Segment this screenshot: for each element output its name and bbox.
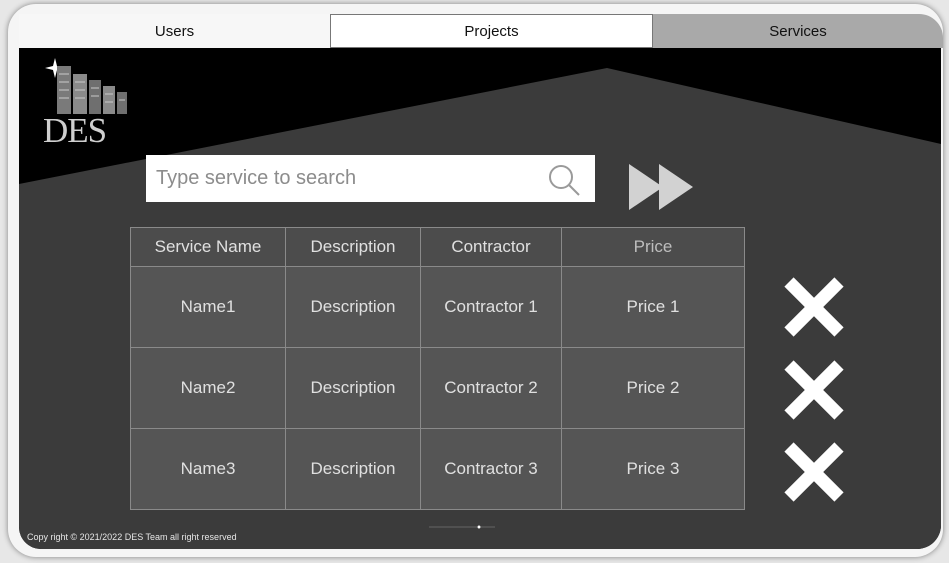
cell-price: Price 1 <box>561 266 745 348</box>
search-input[interactable] <box>154 166 538 191</box>
cell-service-name: Name2 <box>130 347 286 429</box>
tab-services[interactable]: Services <box>653 14 943 48</box>
column-header-price: Price <box>561 227 745 267</box>
pagination-dots[interactable] <box>429 524 499 530</box>
column-header-service-name: Service Name <box>130 227 286 267</box>
delete-row-1-icon[interactable] <box>781 274 847 340</box>
delete-row-2-icon[interactable] <box>781 357 847 423</box>
cell-contractor: Contractor 2 <box>420 347 562 429</box>
fast-forward-icon[interactable] <box>629 164 697 210</box>
tab-users[interactable]: Users <box>19 14 330 48</box>
table-header-row: Service Name Description Contractor Pric… <box>130 227 745 267</box>
cell-contractor: Contractor 3 <box>420 428 562 510</box>
copyright-text: Copy right © 2021/2022 DES Team all righ… <box>27 532 237 542</box>
services-table: Service Name Description Contractor Pric… <box>130 227 745 510</box>
cell-description: Description <box>285 428 421 510</box>
table-row: Name3 Description Contractor 3 Price 3 <box>130 428 745 510</box>
search-box <box>146 155 595 202</box>
table-row: Name2 Description Contractor 2 Price 2 <box>130 347 745 429</box>
cell-price: Price 3 <box>561 428 745 510</box>
search-icon[interactable] <box>547 163 581 197</box>
column-header-contractor: Contractor <box>420 227 562 267</box>
cell-price: Price 2 <box>561 347 745 429</box>
tab-bar: Users Projects Services <box>19 14 943 48</box>
main-panel: DES Service Name Description Contractor … <box>19 48 941 549</box>
column-header-description: Description <box>285 227 421 267</box>
cell-service-name: Name3 <box>130 428 286 510</box>
cell-contractor: Contractor 1 <box>420 266 562 348</box>
delete-row-3-icon[interactable] <box>781 439 847 505</box>
cell-description: Description <box>285 347 421 429</box>
logo-text: DES <box>43 111 107 150</box>
cell-description: Description <box>285 266 421 348</box>
tab-projects[interactable]: Projects <box>330 14 653 48</box>
table-row: Name1 Description Contractor 1 Price 1 <box>130 266 745 348</box>
cell-service-name: Name1 <box>130 266 286 348</box>
